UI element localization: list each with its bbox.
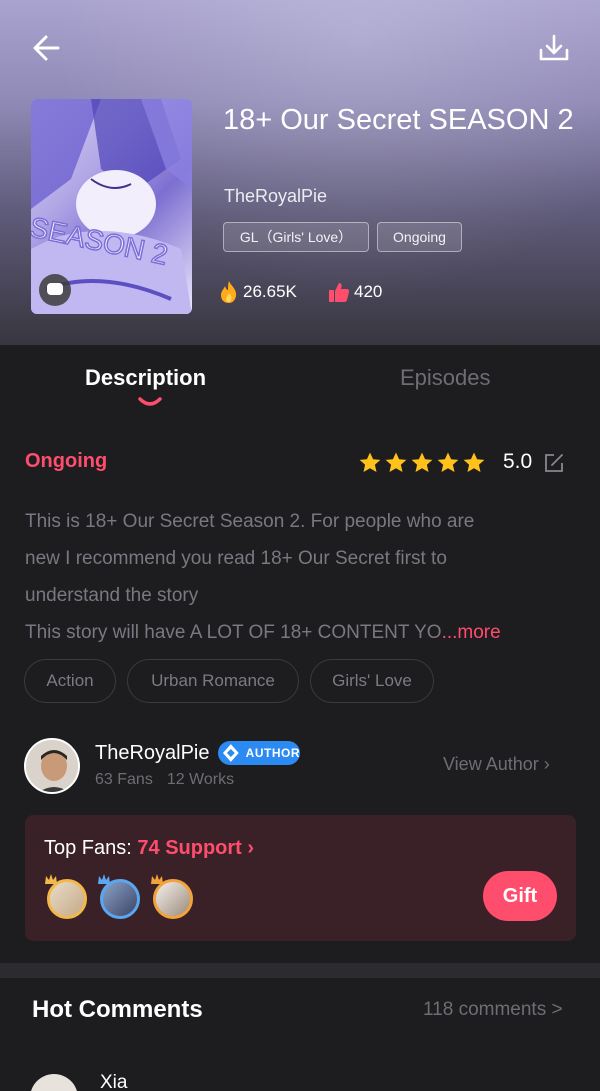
top-fans-card: Top Fans: 74 Support › Gift <box>25 815 576 941</box>
fan-avatar[interactable] <box>151 874 193 919</box>
comments-count-link[interactable]: 118 comments > <box>423 999 563 1021</box>
fan-avatar[interactable] <box>45 874 87 919</box>
likes-stat: 420 <box>328 280 382 304</box>
author-avatar[interactable] <box>24 738 80 794</box>
hot-comments-title: Hot Comments <box>32 996 203 1023</box>
description-text: This is 18+ Our Secret Season 2. For peo… <box>25 503 585 651</box>
section-divider <box>0 963 600 978</box>
commenter-name: Xia <box>100 1072 128 1091</box>
description-line-last: This story will have A LOT OF 18+ CONTEN… <box>25 614 585 651</box>
crown-icon <box>98 874 110 884</box>
fire-icon <box>221 281 237 303</box>
author-badge-icon <box>222 744 239 762</box>
download-icon <box>539 34 569 61</box>
tab-episodes[interactable]: Episodes <box>400 365 491 391</box>
star-icon[interactable] <box>436 451 460 475</box>
views-count: 26.65K <box>243 282 297 301</box>
back-button[interactable] <box>28 28 68 68</box>
description-line: new I recommend you read 18+ Our Secret … <box>25 548 447 569</box>
comic-cover[interactable]: SEASON 2 <box>31 99 192 314</box>
comic-title: 18+ Our Secret SEASON 2 <box>223 104 574 136</box>
gift-button[interactable]: Gift <box>483 871 557 921</box>
author-badge-label: AUTHOR <box>245 746 300 760</box>
arrow-left-icon <box>33 35 60 61</box>
crown-icon <box>151 874 163 884</box>
description-line-text: This story will have A LOT OF 18+ CONTEN… <box>25 622 442 643</box>
tag-status: Ongoing <box>377 222 462 252</box>
author-fans: 63 Fans <box>95 771 153 788</box>
thumbs-up-icon <box>329 283 350 302</box>
top-fans-title: Top Fans: 74 Support › <box>44 837 254 860</box>
author-name[interactable]: TheRoyalPie <box>95 742 210 765</box>
status-label: Ongoing <box>25 450 108 472</box>
author-stats: 63 Fans 12 Works <box>95 771 248 789</box>
author-works: 12 Works <box>166 771 235 788</box>
star-icon[interactable] <box>358 451 382 475</box>
more-link[interactable]: ...more <box>442 622 501 643</box>
rating-stars[interactable] <box>358 451 488 475</box>
tag-genre: GL（Girls' Love） <box>223 222 369 252</box>
edit-rating-icon[interactable] <box>543 452 565 474</box>
author-badge: AUTHOR <box>218 741 300 765</box>
genre-chip-urban-romance[interactable]: Urban Romance <box>127 659 299 703</box>
comic-author[interactable]: TheRoyalPie <box>224 186 327 207</box>
view-author-link[interactable]: View Author › <box>443 754 550 775</box>
tab-description[interactable]: Description <box>85 365 206 391</box>
tab-bar: Description Episodes <box>0 345 600 425</box>
star-icon[interactable] <box>384 451 408 475</box>
description-line: understand the story <box>25 585 199 606</box>
crown-icon <box>45 874 57 884</box>
star-icon[interactable] <box>410 451 434 475</box>
description-line: This is 18+ Our Secret Season 2. For peo… <box>25 511 475 532</box>
genre-chip-girls-love[interactable]: Girls' Love <box>310 659 434 703</box>
genre-chip-action[interactable]: Action <box>24 659 116 703</box>
fan-avatar[interactable] <box>98 874 140 919</box>
author-avatar-image <box>26 740 78 792</box>
views-stat: 26.65K <box>219 280 297 304</box>
top-fans-label: Top Fans: <box>44 837 138 859</box>
comment-bubble-icon <box>39 274 71 306</box>
hero-header: SEASON 2 18+ Our Secret SEASON 2 TheRoya… <box>0 0 600 345</box>
rating-value: 5.0 <box>503 450 533 473</box>
likes-count: 420 <box>354 282 383 301</box>
support-link[interactable]: 74 Support › <box>137 837 254 859</box>
download-button[interactable] <box>534 32 574 72</box>
star-icon[interactable] <box>462 451 486 475</box>
active-tab-indicator <box>138 397 162 406</box>
commenter-avatar[interactable] <box>30 1074 78 1091</box>
